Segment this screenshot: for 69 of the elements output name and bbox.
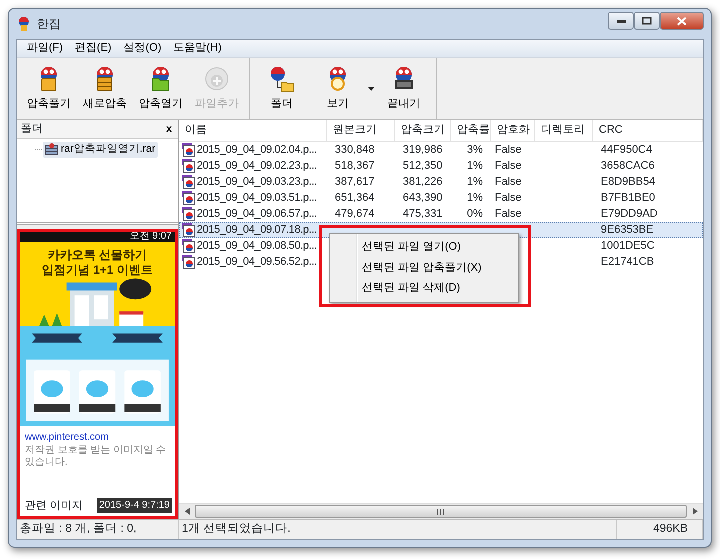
column-header[interactable]: 디렉토리 [535, 120, 593, 141]
menu-item[interactable]: 설정(O) [118, 40, 168, 57]
table-cell: 0% [467, 208, 483, 220]
toolbar-button[interactable]: 압축열기 [133, 58, 189, 119]
column-header[interactable]: 이름 [179, 120, 327, 141]
menu-item[interactable]: 편집(E) [69, 40, 118, 57]
column-header[interactable]: 압축률 [451, 120, 491, 141]
toolbar-button[interactable]: 보기 [310, 58, 366, 119]
table-cell: False [495, 160, 522, 172]
toolbar-button[interactable]: 끝내기 [376, 58, 432, 119]
file-name: 2015_09_04_09.07.18.p... [197, 222, 318, 238]
menu-item[interactable]: 도움말(H) [168, 40, 228, 57]
status-text: 496KB [617, 520, 703, 539]
column-header[interactable]: 원본크기 [327, 120, 395, 141]
table-cell: False [495, 192, 522, 204]
file-name: 2015_09_04_09.08.50.p... [197, 238, 318, 254]
table-cell: 387,617 [335, 176, 375, 188]
table-cell: 518,367 [335, 160, 375, 172]
related-label: 관련 이미지 [25, 498, 84, 514]
file-name: 2015_09_04_09.03.23.p... [197, 174, 318, 190]
table-cell: 1% [467, 176, 483, 188]
table-cell: 381,226 [403, 176, 443, 188]
table-cell: 651,364 [335, 192, 375, 204]
table-cell: 9E6353BE [601, 224, 654, 236]
file-name: 2015_09_04_09.56.52.p... [197, 254, 318, 270]
table-cell: E79DD9AD [601, 208, 658, 220]
caption-text: 저작권 보호를 받는 이미지일 수 있습니다. [25, 445, 168, 469]
window-title: 한집 [37, 16, 61, 33]
status-text: 총파일 : 8 개, 폴더 : 0, [17, 520, 179, 539]
pane-title: 폴더 [21, 122, 43, 137]
table-cell: 3658CAC6 [601, 160, 655, 172]
toolbar-button[interactable]: 새로압축 [77, 58, 133, 119]
file-name: 2015_09_04_09.02.04.p... [197, 142, 318, 158]
table-cell: 643,390 [403, 192, 443, 204]
close-pane-button[interactable]: x [166, 122, 172, 136]
toolbar-button[interactable]: 폴더 [254, 58, 310, 119]
tree-item[interactable]: rar압축파일열기.rar [43, 142, 158, 158]
table-cell: 479,674 [335, 208, 375, 220]
toolbar-button[interactable]: 압축풀기 [21, 58, 77, 119]
table-cell: 1% [467, 160, 483, 172]
status-text: 1개 선택되었습니다. [179, 520, 617, 539]
table-cell: 1001DE5C [601, 240, 655, 252]
table-cell: 3% [467, 144, 483, 156]
table-cell: 44F950C4 [601, 144, 652, 156]
table-cell: False [495, 144, 522, 156]
menu-item[interactable]: 선택된 파일 압축풀기(X) [332, 258, 516, 278]
table-cell: B7FB1BE0 [601, 192, 656, 204]
menu-item[interactable]: 파일(F) [21, 40, 70, 57]
table-cell: 475,331 [403, 208, 443, 220]
file-name: 2015_09_04_09.06.57.p... [197, 206, 318, 222]
menu-item[interactable]: 선택된 파일 삭제(D) [332, 278, 516, 298]
table-cell: False [495, 208, 522, 220]
table-cell: E21741CB [601, 256, 654, 268]
headline-text: 카카오톡 선물하기 [48, 248, 148, 263]
file-name: 2015_09_04_09.02.23.p... [197, 158, 318, 174]
table-cell: 1% [467, 192, 483, 204]
menu-item[interactable]: 선택된 파일 열기(O) [332, 237, 516, 258]
file-name: 2015_09_04_09.03.51.p... [197, 190, 318, 206]
table-cell: 512,350 [403, 160, 443, 172]
column-header[interactable]: 압축크기 [395, 120, 451, 141]
headline-text: 입점기념 1+1 이벤트 [42, 263, 154, 278]
column-header[interactable]: 암호화 [491, 120, 535, 141]
table-cell: False [495, 176, 522, 188]
table-cell: 319,986 [403, 144, 443, 156]
table-cell: E8D9BB54 [601, 176, 656, 188]
link[interactable]: www.pinterest.com [25, 430, 109, 445]
timestamp-label: 2015-9-4 9:7:19 [97, 498, 172, 514]
table-cell: 330,848 [335, 144, 375, 156]
column-header[interactable]: CRC [593, 120, 703, 141]
